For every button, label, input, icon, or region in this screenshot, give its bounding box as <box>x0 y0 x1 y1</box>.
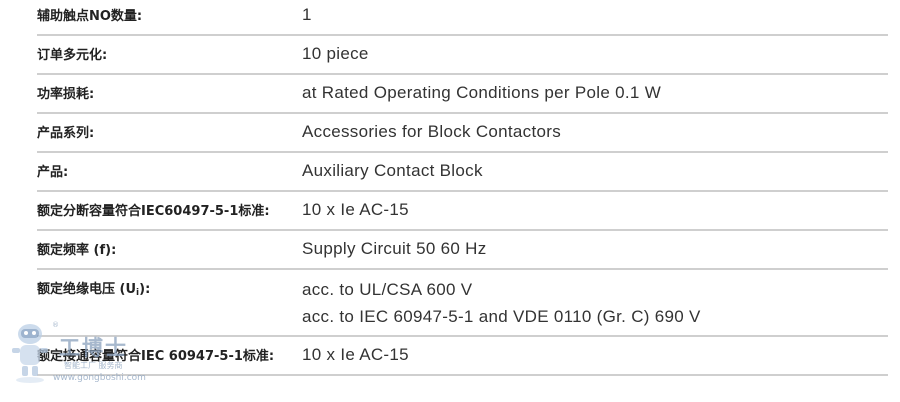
spec-label: 额定绝缘电压 (Ui): <box>37 269 302 337</box>
spec-label: 辅助触点NO数量: <box>37 0 302 36</box>
spec-label: 额定接通容量符合IEC 60947-5-1标准: <box>37 336 302 376</box>
spec-label: 额定频率 (f): <box>37 230 302 270</box>
table-row: 产品系列: Accessories for Block Contactors <box>37 113 888 153</box>
table-row: 额定分断容量符合IEC60497-5-1标准: 10 x Ie AC-15 <box>37 191 888 231</box>
table-row: 辅助触点NO数量: 1 <box>37 0 888 36</box>
spec-value-line: Auxiliary Contact Block <box>302 161 483 180</box>
table-row: 产品: Auxiliary Contact Block <box>37 152 888 192</box>
spec-label: 产品系列: <box>37 113 302 153</box>
spec-value-line: acc. to IEC 60947-5-1 and VDE 0110 (Gr. … <box>302 307 701 326</box>
spec-value: 1 <box>302 0 888 36</box>
spec-value: at Rated Operating Conditions per Pole 0… <box>302 74 888 114</box>
spec-label: 产品: <box>37 152 302 192</box>
spec-label-suffix: ): <box>139 282 151 297</box>
spec-label-prefix: 额定绝缘电压 (U <box>37 282 137 297</box>
table-row: 额定频率 (f): Supply Circuit 50 60 Hz <box>37 230 888 270</box>
table-row: 额定接通容量符合IEC 60947-5-1标准: 10 x Ie AC-15 <box>37 336 888 376</box>
spec-value-line: 10 x Ie AC-15 <box>302 345 409 364</box>
table-row: 订单多元化: 10 piece <box>37 35 888 75</box>
table-row: 额定绝缘电压 (Ui): acc. to UL/CSA 600 V acc. t… <box>37 269 888 337</box>
spec-value-line: Supply Circuit 50 60 Hz <box>302 239 487 258</box>
spec-table: 辅助触点NO数量: 1 订单多元化: 10 piece 功率损耗: at Rat… <box>37 0 888 376</box>
spec-value: 10 x Ie AC-15 <box>302 336 888 376</box>
spec-value-line: 10 x Ie AC-15 <box>302 200 409 219</box>
spec-value-line: 1 <box>302 5 312 24</box>
spec-value: acc. to UL/CSA 600 V acc. to IEC 60947-5… <box>302 269 888 337</box>
table-row: 功率损耗: at Rated Operating Conditions per … <box>37 74 888 114</box>
spec-label: 额定分断容量符合IEC60497-5-1标准: <box>37 191 302 231</box>
spec-value: 10 piece <box>302 35 888 75</box>
spec-label: 订单多元化: <box>37 35 302 75</box>
spec-value-line: acc. to UL/CSA 600 V <box>302 280 473 299</box>
spec-value-line: Accessories for Block Contactors <box>302 122 562 141</box>
spec-value: Accessories for Block Contactors <box>302 113 888 153</box>
spec-value: Supply Circuit 50 60 Hz <box>302 230 888 270</box>
spec-value: 10 x Ie AC-15 <box>302 191 888 231</box>
spec-value: Auxiliary Contact Block <box>302 152 888 192</box>
spec-value-line: at Rated Operating Conditions per Pole 0… <box>302 83 662 102</box>
spec-value-line: 10 piece <box>302 44 369 63</box>
spec-page: 辅助触点NO数量: 1 订单多元化: 10 piece 功率损耗: at Rat… <box>0 0 900 402</box>
spec-label: 功率损耗: <box>37 74 302 114</box>
